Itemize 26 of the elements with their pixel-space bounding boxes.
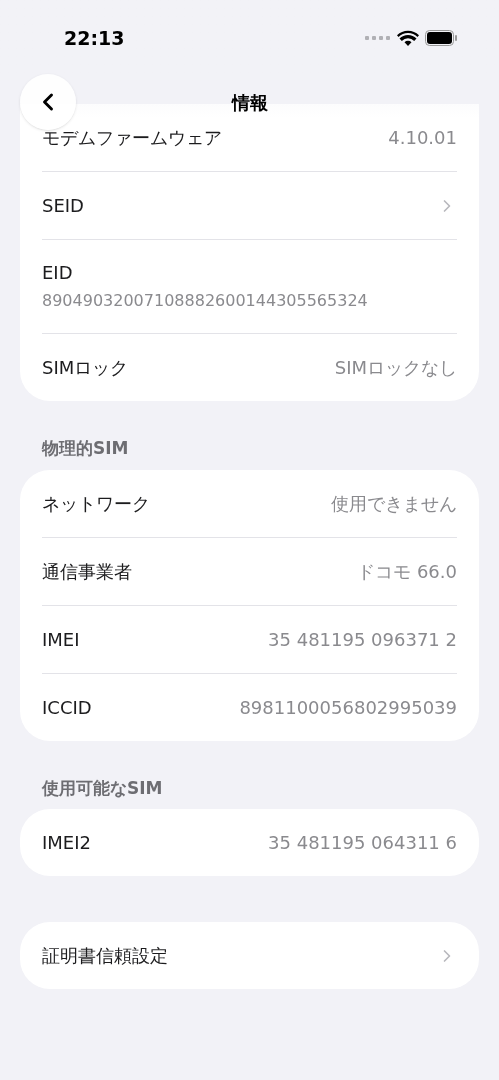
row-value: 89049032007108882600144305565324 — [42, 289, 369, 312]
section-header: 使用可能なSIM — [41, 776, 164, 800]
list-row[interactable]: SEID — [20, 172, 479, 239]
wifi-icon — [397, 30, 419, 46]
row-label: ネットワーク — [42, 491, 150, 516]
row-label: モデムファームウェア — [42, 126, 222, 150]
battery-icon — [425, 30, 457, 46]
page-title: 情報 — [231, 90, 268, 115]
row-value: 4.10.01 — [388, 126, 457, 150]
row-value: 8981100056802995039 — [239, 695, 457, 720]
row-label: ICCID — [42, 695, 92, 720]
row-label: SIMロック — [42, 356, 129, 380]
row-value: 35 481195 096371 2 — [268, 627, 457, 652]
row-value: 35 481195 064311 6 — [268, 831, 457, 855]
row-value: 使用できません — [331, 491, 457, 516]
section-header: 物理的SIM — [40, 437, 130, 460]
back-button[interactable] — [20, 74, 76, 130]
row-label: EID — [42, 260, 74, 285]
list-row[interactable]: 証明書信頼設定 — [20, 922, 479, 989]
row-label: 通信事業者 — [42, 559, 132, 584]
row-value: SIMロックなし — [334, 356, 457, 380]
row-label: IMEI2 — [42, 831, 91, 855]
status-time: 22:13 — [64, 25, 125, 51]
row-value: ドコモ 66.0 — [357, 559, 457, 584]
signal-icon — [365, 36, 391, 40]
row-label: IMEI — [42, 627, 80, 652]
